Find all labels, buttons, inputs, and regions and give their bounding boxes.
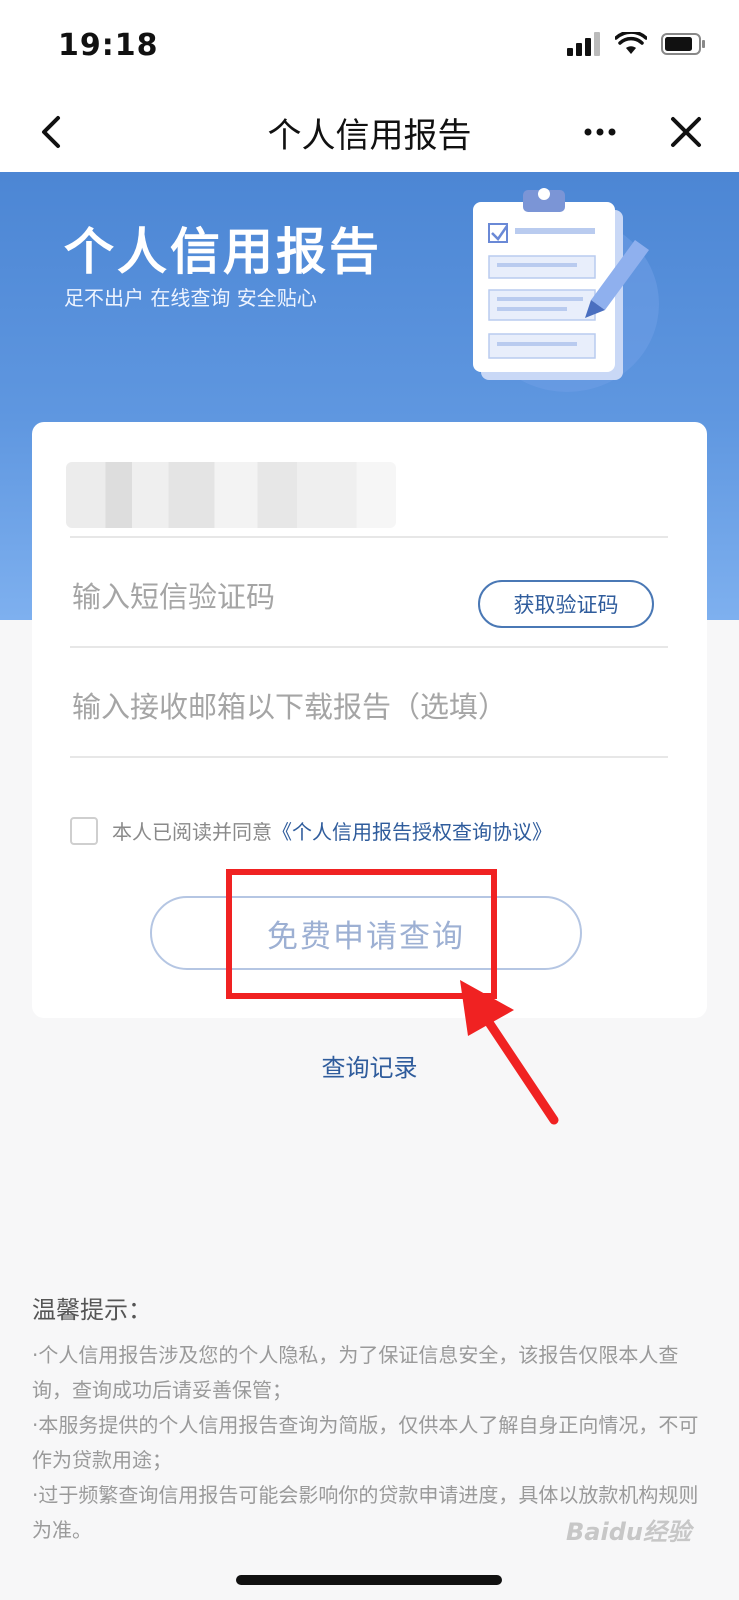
tips-title: 温馨提示： bbox=[32, 1296, 152, 1324]
masked-id-field bbox=[66, 462, 396, 528]
email-input[interactable]: 输入接收邮箱以下载报告（选填） bbox=[72, 684, 507, 726]
agreement-link[interactable]: 《个人信用报告授权查询协议》 bbox=[272, 816, 552, 845]
wifi-icon bbox=[615, 32, 647, 54]
clipboard-illustration bbox=[473, 188, 659, 392]
agreement-text: 本人已阅读并同意 bbox=[112, 820, 272, 844]
status-bar: 19:18 bbox=[0, 0, 739, 96]
hero-subtitle: 足不出户 在线查询 安全贴心 bbox=[64, 286, 317, 310]
page-title: 个人信用报告 bbox=[267, 116, 472, 156]
get-code-button[interactable]: 获取验证码 bbox=[478, 580, 654, 628]
home-indicator bbox=[236, 1575, 502, 1585]
divider bbox=[70, 756, 668, 758]
status-time: 19:18 bbox=[58, 28, 159, 63]
more-icon[interactable] bbox=[578, 110, 622, 154]
watermark: Baidu经验 bbox=[566, 1518, 691, 1546]
battery-icon bbox=[661, 33, 705, 55]
tip-item: ·本服务提供的个人信用报告查询为简版，仅供本人了解自身正向情况，不可作为贷款用途… bbox=[32, 1413, 699, 1472]
sms-code-input[interactable]: 输入短信验证码 bbox=[72, 574, 275, 616]
agreement-row: 本人已阅读并同意 《个人信用报告授权查询协议》 bbox=[70, 816, 552, 845]
query-history-link[interactable]: 查询记录 bbox=[0, 1048, 739, 1083]
signal-icon bbox=[567, 32, 600, 56]
tip-item: ·个人信用报告涉及您的个人隐私，为了保证信息安全，该报告仅限本人查询，查询成功后… bbox=[32, 1343, 679, 1402]
close-icon[interactable] bbox=[664, 110, 708, 154]
divider bbox=[70, 646, 668, 648]
status-icons bbox=[567, 32, 707, 56]
agreement-checkbox[interactable] bbox=[70, 816, 98, 845]
hero-title: 个人信用报告 bbox=[64, 223, 382, 281]
divider bbox=[70, 536, 668, 538]
nav-bar: 个人信用报告 bbox=[0, 96, 739, 172]
